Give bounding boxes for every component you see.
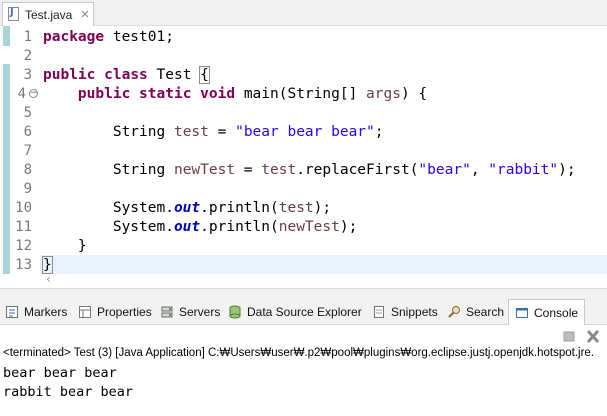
line-number: 6 <box>23 124 32 140</box>
overview-ruler <box>0 26 13 276</box>
code-line-4: public static void main(String[] args) { <box>77 86 428 102</box>
matched-bracket: { <box>199 66 210 84</box>
editor-tab-bar: J Test.java ✕ <box>0 0 607 26</box>
line-number: 11 <box>15 219 32 235</box>
properties-icon <box>78 305 92 319</box>
console-output[interactable]: bear bear bear rabbit bear bear <box>0 363 607 416</box>
scroll-left-icon[interactable]: ‹ <box>46 272 51 286</box>
line-number: 9 <box>23 181 32 197</box>
line-number: 8 <box>23 162 32 178</box>
horizontal-scrollbar[interactable]: ‹ <box>40 272 607 288</box>
tab-markers[interactable]: Markers <box>5 299 67 325</box>
change-marker <box>3 26 10 46</box>
java-file-icon: J <box>7 7 21 22</box>
line-number: 10 <box>15 200 32 216</box>
code-line-10: System.out.println(test); <box>112 200 332 216</box>
snippets-icon <box>372 305 386 319</box>
line-number: 3 <box>23 67 32 83</box>
console-icon <box>515 306 529 320</box>
line-number: 1 <box>23 29 32 45</box>
line-number: 2 <box>23 48 32 64</box>
search-icon <box>447 305 461 319</box>
line-number: 13 <box>15 257 32 273</box>
bottom-panel-tabs: Markers Properties Servers Data Source E… <box>0 299 607 325</box>
console-process-label: <terminated> Test (3) [Java Application]… <box>3 347 595 359</box>
tab-snippets[interactable]: Snippets <box>372 299 438 325</box>
tab-console[interactable]: Console <box>508 299 586 325</box>
editor-tab-title: Test.java <box>25 7 73 22</box>
code-line-8: String newTest = test.replaceFirst("bear… <box>112 162 576 178</box>
servers-icon <box>160 305 174 319</box>
tab-label: Console <box>534 305 579 320</box>
line-number: 12 <box>15 238 32 254</box>
markers-icon <box>5 305 19 319</box>
tab-label: Data Source Explorer <box>247 305 362 319</box>
matched-bracket: } <box>42 256 53 274</box>
tab-properties[interactable]: Properties <box>78 299 152 325</box>
data-source-icon <box>228 305 242 319</box>
terminate-icon[interactable] <box>562 328 576 342</box>
line-number: 7 <box>23 143 32 159</box>
code-editor[interactable]: 1 2 3 4 5 6 7 8 9 10 11 12 13 − package … <box>0 26 607 286</box>
tab-data-source-explorer[interactable]: Data Source Explorer <box>228 299 362 325</box>
text-caret <box>51 256 53 272</box>
change-marker <box>3 64 10 274</box>
code-line-6: String test = "bear bear bear"; <box>112 124 384 140</box>
code-line-3: public class Test { <box>43 66 210 84</box>
panel-separator <box>0 288 607 299</box>
code-line-11: System.out.println(newTest); <box>112 219 358 235</box>
console-toolbar <box>0 325 607 344</box>
tab-servers[interactable]: Servers <box>160 299 220 325</box>
tab-label: Snippets <box>391 305 438 319</box>
code-line-12: } <box>77 238 87 254</box>
console-output-line: rabbit bear bear <box>3 384 134 400</box>
line-number: 5 <box>23 105 32 121</box>
remove-launch-icon[interactable] <box>586 328 600 344</box>
tab-label: Search <box>466 305 505 319</box>
editor-tab-test-java[interactable]: J Test.java ✕ <box>2 2 94 26</box>
tab-label: Markers <box>24 305 68 319</box>
close-icon[interactable]: ✕ <box>80 8 89 21</box>
code-line-1: package test01; <box>43 29 174 45</box>
tab-label: Servers <box>179 305 221 319</box>
fold-collapse-icon[interactable]: − <box>29 89 38 98</box>
line-number: 4 <box>17 86 26 102</box>
console-output-line: bear bear bear <box>3 365 117 381</box>
tab-label: Properties <box>97 305 152 319</box>
code-text-area[interactable]: package test01; public class Test { publ… <box>40 26 607 276</box>
tab-search[interactable]: Search <box>447 299 504 325</box>
line-number-gutter: 1 2 3 4 5 6 7 8 9 10 11 12 13 <box>13 26 40 276</box>
